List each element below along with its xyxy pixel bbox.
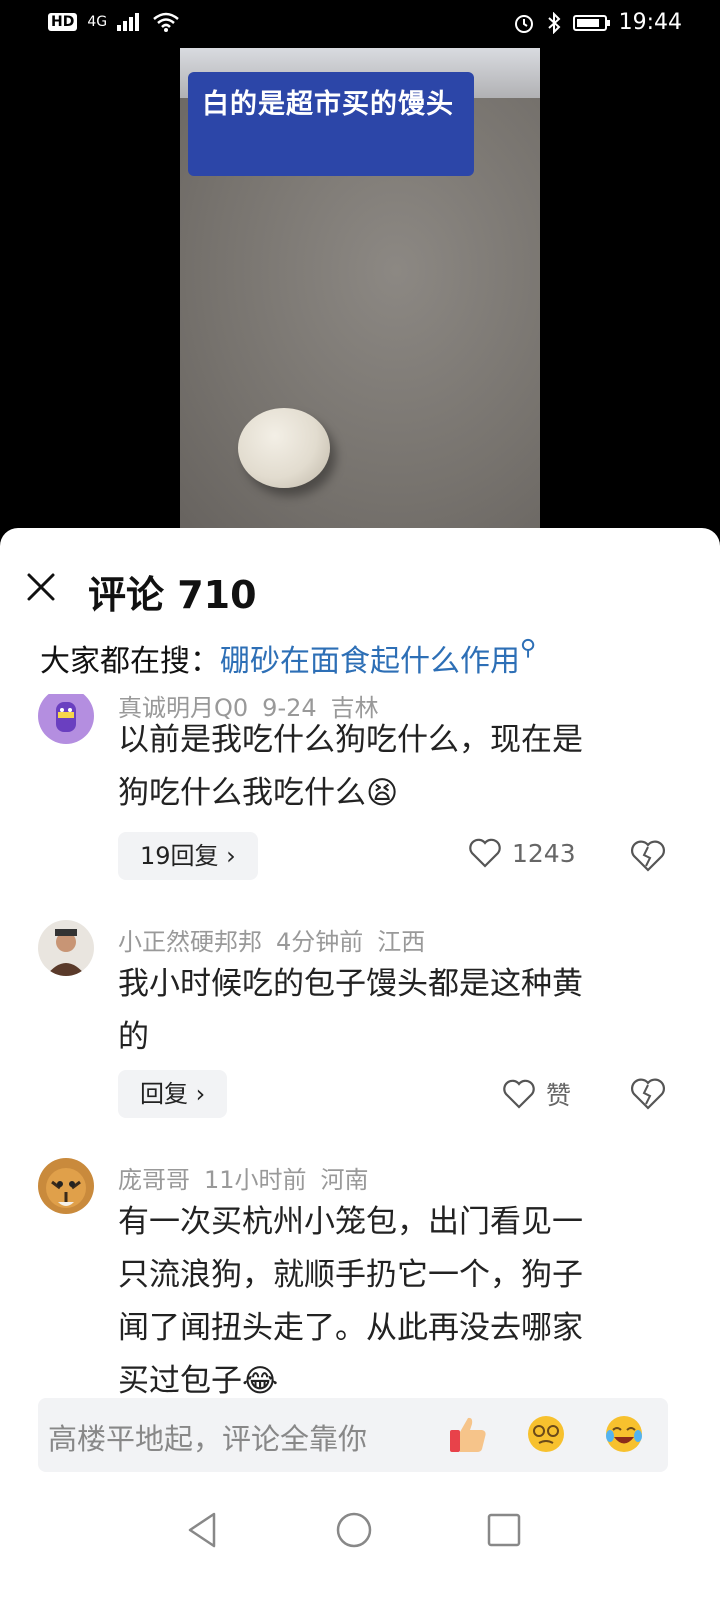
navigation-bar xyxy=(0,1490,720,1600)
alarm-icon xyxy=(514,14,533,33)
comment-text[interactable]: 我小时候吃的包子馒头都是这种黄 的 xyxy=(118,958,658,1064)
comment-line: 闻了闻扭头走了。从此再没去哪家 xyxy=(118,1310,583,1346)
comment-username[interactable]: 小正然硬邦邦 xyxy=(118,928,262,956)
comment-line: 只流浪狗，就顺手扔它一个，狗子 xyxy=(118,1257,583,1293)
home-icon[interactable] xyxy=(334,1510,374,1550)
like-button[interactable]: 赞 xyxy=(502,1076,571,1112)
avatar[interactable] xyxy=(38,694,94,744)
comment-line: 的 xyxy=(118,1019,149,1055)
comment-list[interactable]: 真诚明月Q0 9-24 吉林 以前是我吃什么狗吃什么，现在是 狗吃什么我吃什么😫 1… xyxy=(0,694,720,1408)
trending-search[interactable]: 大家都在搜：硼砂在面食起什么作用⚲ xyxy=(40,636,536,680)
like-button[interactable]: 1243 xyxy=(468,838,576,868)
search-icon: ⚲ xyxy=(520,636,537,661)
comment-username[interactable]: 庞哥哥 xyxy=(118,1166,190,1194)
comment-time: 11小时前 xyxy=(204,1166,307,1194)
video-caption-text: 白的是超市买的馒头 xyxy=(202,89,454,120)
close-icon[interactable] xyxy=(24,570,58,604)
video-caption: 白的是超市买的馒头 xyxy=(188,72,474,176)
network-type: 4G xyxy=(87,14,108,30)
heart-icon xyxy=(503,1079,535,1109)
steamed-bun-image xyxy=(238,408,330,488)
status-bar: HD 4G 19:44 xyxy=(0,0,720,48)
signal-icon xyxy=(117,13,140,31)
comment-line: 我小时候吃的包子馒头都是这种黄 xyxy=(118,966,583,1002)
clock: 19:44 xyxy=(618,10,682,35)
comment-location: 江西 xyxy=(377,928,426,956)
comment-text[interactable]: 以前是我吃什么狗吃什么，现在是 狗吃什么我吃什么😫 xyxy=(118,714,658,820)
avatar-image xyxy=(56,702,76,732)
comment-input-placeholder: 高楼平地起，评论全靠你 xyxy=(48,1422,368,1456)
wifi-icon xyxy=(153,12,179,32)
reply-button[interactable]: 回复 › xyxy=(118,1070,228,1118)
heart-icon xyxy=(469,838,501,868)
recents-icon[interactable] xyxy=(484,1510,524,1550)
emoji-face[interactable] xyxy=(524,1412,568,1456)
bluetooth-icon xyxy=(547,11,561,34)
hd-icon: HD xyxy=(48,13,78,31)
back-icon[interactable] xyxy=(184,1510,220,1550)
avatar-image xyxy=(46,1168,86,1208)
comment-text[interactable]: 有一次买杭州小笼包，出门看见一 只流浪狗，就顺手扔它一个，狗子 闻了闻扭头走了。… xyxy=(118,1196,658,1408)
battery-icon xyxy=(572,14,610,31)
video-player[interactable]: 白的是超市买的馒头 xyxy=(180,48,540,530)
comments-title: 评论 710 xyxy=(88,573,257,617)
broken-heart-icon[interactable] xyxy=(628,1076,668,1112)
thumbs-up-emoji[interactable] xyxy=(446,1412,490,1456)
trending-prefix: 大家都在搜： xyxy=(40,644,220,679)
comment-line: 狗吃什么我吃什么😫 xyxy=(118,775,399,811)
comment-meta: 庞哥哥 11小时前 河南 xyxy=(118,1160,383,1195)
comments-header: 评论 710 xyxy=(0,558,720,618)
like-count: 1243 xyxy=(512,838,576,868)
avatar[interactable] xyxy=(38,1158,94,1214)
comment-line: 有一次买杭州小笼包，出门看见一 xyxy=(118,1204,583,1240)
comment-location: 河南 xyxy=(320,1166,369,1194)
broken-heart-icon[interactable] xyxy=(628,838,668,874)
comment-meta: 小正然硬邦邦 4分钟前 江西 xyxy=(118,922,439,957)
comment-line: 以前是我吃什么狗吃什么，现在是 xyxy=(118,722,583,758)
trending-link[interactable]: 硼砂在面食起什么作用 xyxy=(220,644,520,679)
comment-time: 4分钟前 xyxy=(276,928,364,956)
avatar-image xyxy=(46,929,86,976)
avatar[interactable] xyxy=(38,920,94,976)
laughing-emoji[interactable] xyxy=(602,1412,646,1456)
comment-input[interactable]: 高楼平地起，评论全靠你 xyxy=(38,1398,668,1472)
view-replies-button[interactable]: 19回复 › xyxy=(118,832,258,880)
like-label: 赞 xyxy=(546,1081,572,1110)
